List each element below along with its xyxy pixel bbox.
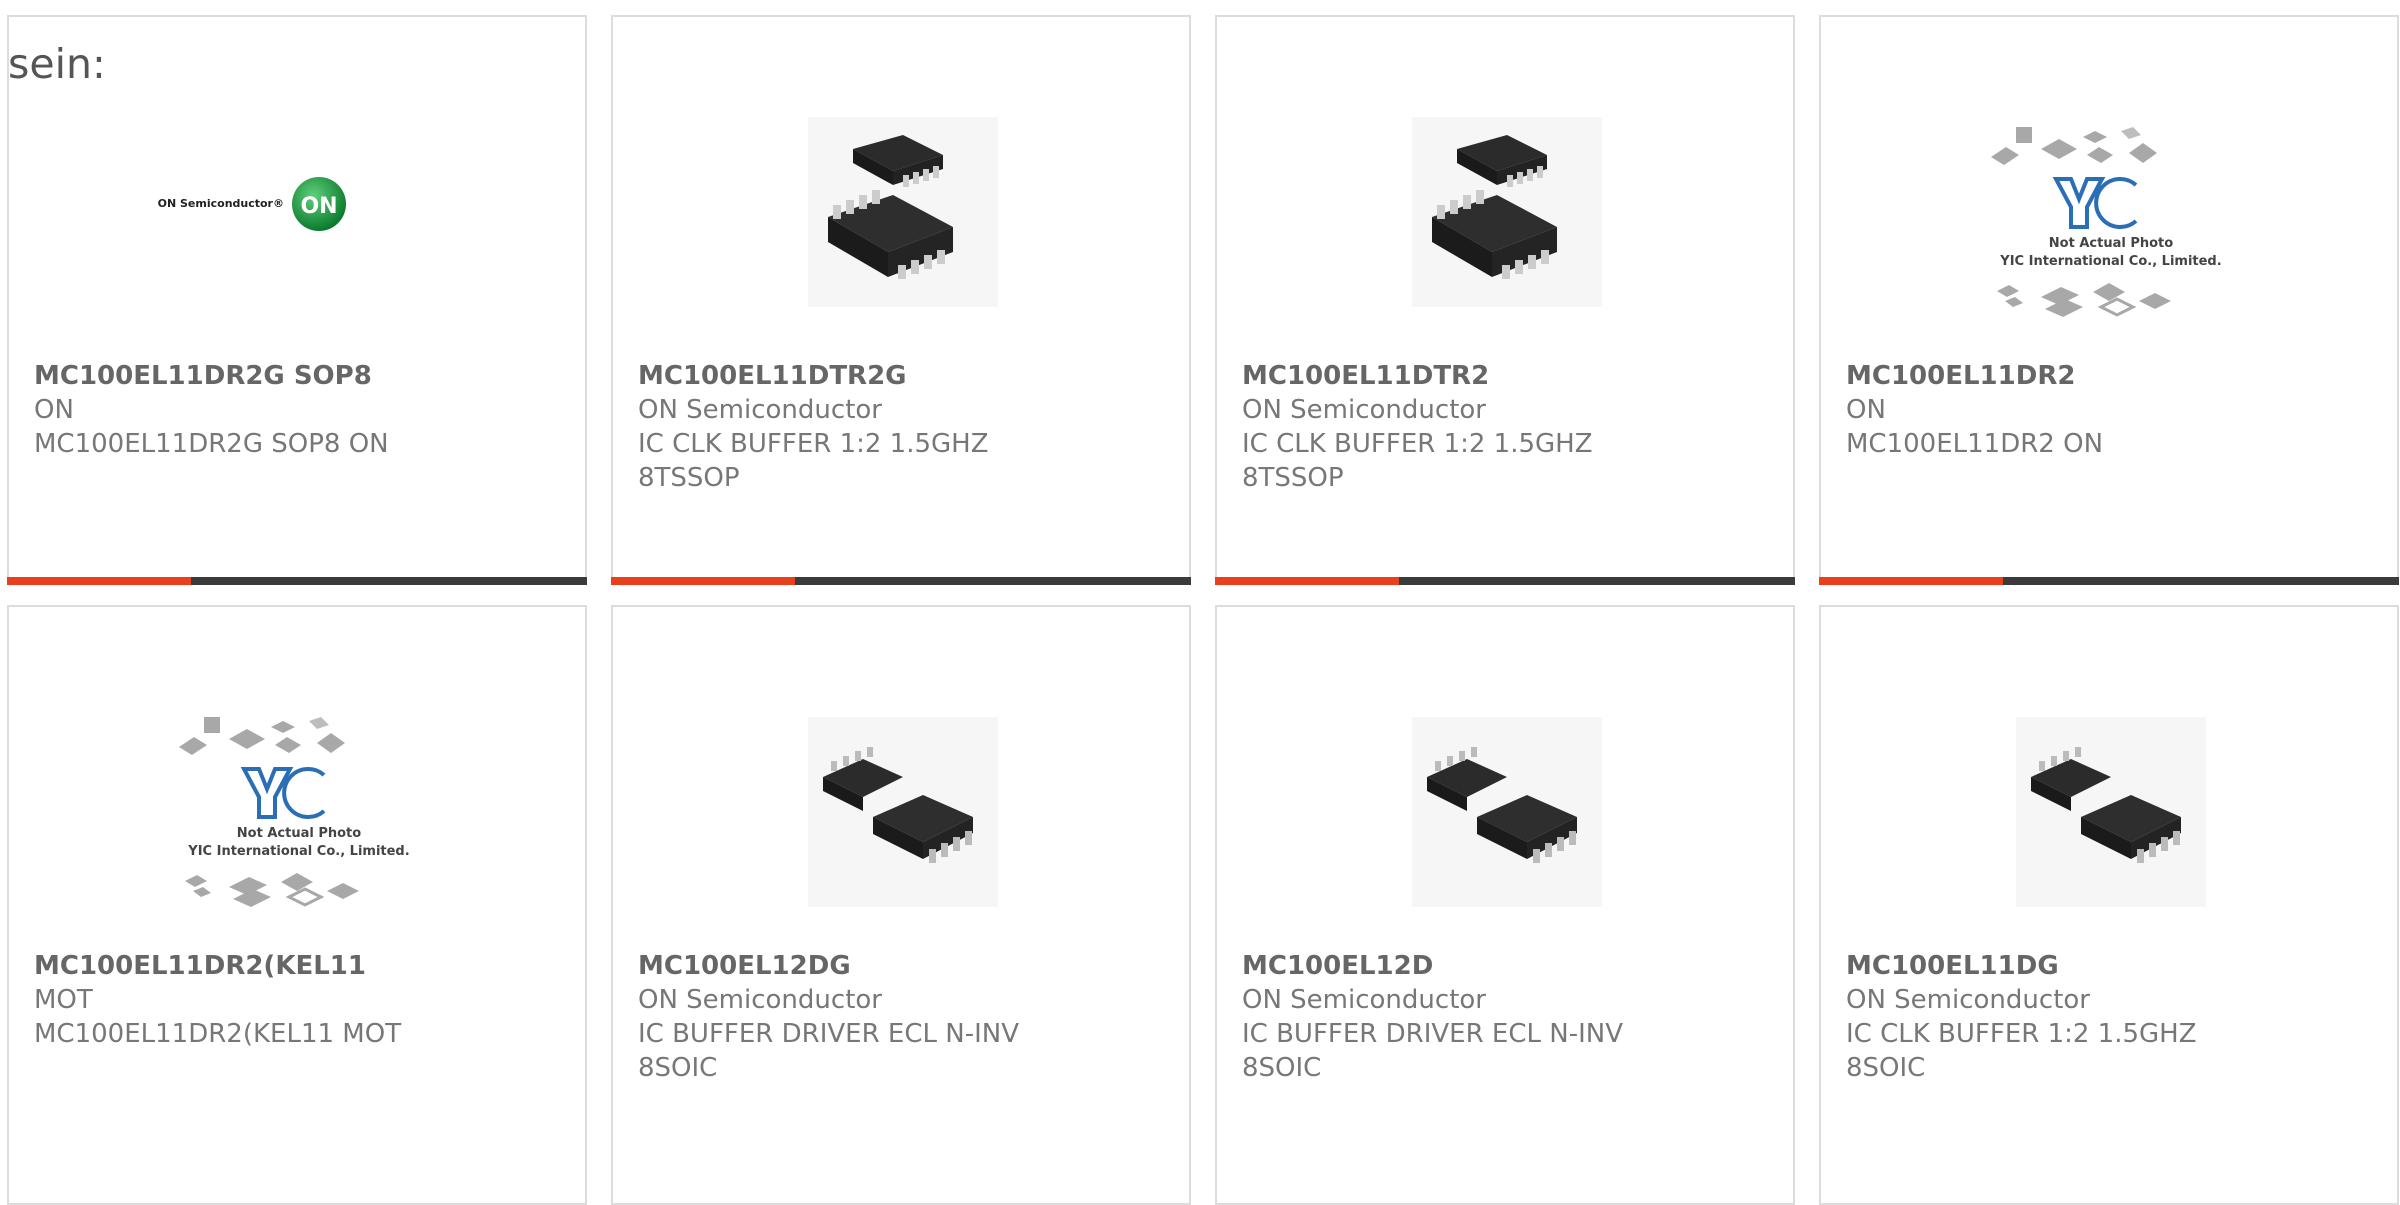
part-number[interactable]: MC100EL11DTR2 bbox=[1242, 359, 1762, 393]
product-image[interactable]: ON Semiconductor® ON bbox=[149, 87, 449, 317]
soic8-chip-icon bbox=[808, 717, 998, 907]
card-bottom-bar bbox=[611, 577, 1191, 585]
part-number[interactable]: MC100EL12DG bbox=[638, 949, 1158, 983]
product-card[interactable]: MC100EL11DTR2G ON Semiconductor IC CLK B… bbox=[611, 15, 1191, 585]
product-card[interactable]: Not Actual Photo YIC International Co., … bbox=[1819, 15, 2399, 585]
placeholder-caption: YIC International Co., Limited. bbox=[187, 844, 409, 859]
part-number[interactable]: MC100EL12D bbox=[1242, 949, 1762, 983]
manufacturer: ON Semiconductor bbox=[638, 985, 882, 1015]
card-accent-bar bbox=[611, 577, 795, 585]
product-image[interactable] bbox=[1961, 677, 2261, 907]
manufacturer: ON Semiconductor bbox=[1846, 985, 2090, 1015]
description: IC CLK BUFFER 1:2 1.5GHZ bbox=[638, 429, 989, 459]
product-card[interactable]: MC100EL11DTR2 ON Semiconductor IC CLK BU… bbox=[1215, 15, 1795, 585]
description: 8TSSOP bbox=[1242, 463, 1344, 493]
svg-text:ON Semiconductor®: ON Semiconductor® bbox=[158, 197, 284, 210]
description: IC BUFFER DRIVER ECL N-INV bbox=[638, 1019, 1019, 1049]
tssop8-chip-icon bbox=[808, 117, 998, 307]
description: MC100EL11DR2 ON bbox=[1846, 429, 2104, 459]
yic-placeholder-icon: Not Actual Photo YIC International Co., … bbox=[179, 717, 410, 907]
card-bottom-bar bbox=[1819, 577, 2399, 585]
tssop8-chip-icon bbox=[1412, 117, 1602, 307]
product-info: MC100EL11DG ON Semiconductor IC CLK BUFF… bbox=[1846, 949, 2366, 1085]
product-grid: ON Semiconductor® ON MC100EL11DR2G SOP8 … bbox=[0, 0, 2400, 1205]
placeholder-caption: Not Actual Photo bbox=[237, 826, 361, 841]
product-card[interactable]: ON Semiconductor® ON MC100EL11DR2G SOP8 … bbox=[7, 15, 587, 585]
product-image[interactable] bbox=[753, 677, 1053, 907]
product-image[interactable]: Not Actual Photo YIC International Co., … bbox=[1961, 87, 2261, 317]
product-info: MC100EL11DTR2G ON Semiconductor IC CLK B… bbox=[638, 359, 1158, 495]
card-accent-bar bbox=[7, 577, 191, 585]
manufacturer: ON bbox=[34, 395, 74, 425]
soic8-chip-icon bbox=[2016, 717, 2206, 907]
description: 8SOIC bbox=[1846, 1053, 1926, 1083]
placeholder-caption: YIC International Co., Limited. bbox=[1999, 254, 2221, 269]
card-bottom-bar bbox=[1215, 577, 1795, 585]
part-number[interactable]: MC100EL11DR2G SOP8 bbox=[34, 359, 554, 393]
product-card[interactable]: MC100EL12D ON Semiconductor IC BUFFER DR… bbox=[1215, 605, 1795, 1205]
on-semiconductor-logo-icon: ON Semiconductor® ON bbox=[158, 177, 346, 231]
manufacturer: ON Semiconductor bbox=[638, 395, 882, 425]
description: IC CLK BUFFER 1:2 1.5GHZ bbox=[1242, 429, 1593, 459]
manufacturer: ON Semiconductor bbox=[1242, 395, 1486, 425]
description: 8TSSOP bbox=[638, 463, 740, 493]
product-card[interactable]: MC100EL12DG ON Semiconductor IC BUFFER D… bbox=[611, 605, 1191, 1205]
yic-placeholder-icon: Not Actual Photo YIC International Co., … bbox=[1991, 127, 2222, 317]
product-image[interactable] bbox=[753, 87, 1053, 317]
product-image[interactable]: Not Actual Photo YIC International Co., … bbox=[149, 677, 449, 907]
description: 8SOIC bbox=[1242, 1053, 1322, 1083]
product-image[interactable] bbox=[1357, 87, 1657, 317]
product-info: MC100EL12DG ON Semiconductor IC BUFFER D… bbox=[638, 949, 1158, 1085]
product-info: MC100EL11DTR2 ON Semiconductor IC CLK BU… bbox=[1242, 359, 1762, 495]
part-number[interactable]: MC100EL11DR2(KEL11 bbox=[34, 949, 554, 983]
card-bottom-bar bbox=[7, 577, 587, 585]
card-accent-bar bbox=[1215, 577, 1399, 585]
manufacturer: MOT bbox=[34, 985, 93, 1015]
product-image[interactable] bbox=[1357, 677, 1657, 907]
manufacturer: ON bbox=[1846, 395, 1886, 425]
section-heading: sein: bbox=[8, 40, 106, 88]
description: IC BUFFER DRIVER ECL N-INV bbox=[1242, 1019, 1623, 1049]
description: MC100EL11DR2(KEL11 MOT bbox=[34, 1019, 402, 1049]
part-number[interactable]: MC100EL11DG bbox=[1846, 949, 2366, 983]
manufacturer: ON Semiconductor bbox=[1242, 985, 1486, 1015]
product-info: MC100EL11DR2 ON MC100EL11DR2 ON bbox=[1846, 359, 2366, 461]
svg-text:ON: ON bbox=[300, 194, 337, 219]
description: 8SOIC bbox=[638, 1053, 718, 1083]
product-info: MC100EL11DR2G SOP8 ON MC100EL11DR2G SOP8… bbox=[34, 359, 554, 461]
product-card[interactable]: Not Actual Photo YIC International Co., … bbox=[7, 605, 587, 1205]
placeholder-caption: Not Actual Photo bbox=[2049, 236, 2173, 251]
product-info: MC100EL12D ON Semiconductor IC BUFFER DR… bbox=[1242, 949, 1762, 1085]
description: MC100EL11DR2G SOP8 ON bbox=[34, 429, 389, 459]
soic8-chip-icon bbox=[1412, 717, 1602, 907]
part-number[interactable]: MC100EL11DTR2G bbox=[638, 359, 1158, 393]
part-number[interactable]: MC100EL11DR2 bbox=[1846, 359, 2366, 393]
product-card[interactable]: MC100EL11DG ON Semiconductor IC CLK BUFF… bbox=[1819, 605, 2399, 1205]
card-accent-bar bbox=[1819, 577, 2003, 585]
product-info: MC100EL11DR2(KEL11 MOT MC100EL11DR2(KEL1… bbox=[34, 949, 554, 1051]
description: IC CLK BUFFER 1:2 1.5GHZ bbox=[1846, 1019, 2197, 1049]
